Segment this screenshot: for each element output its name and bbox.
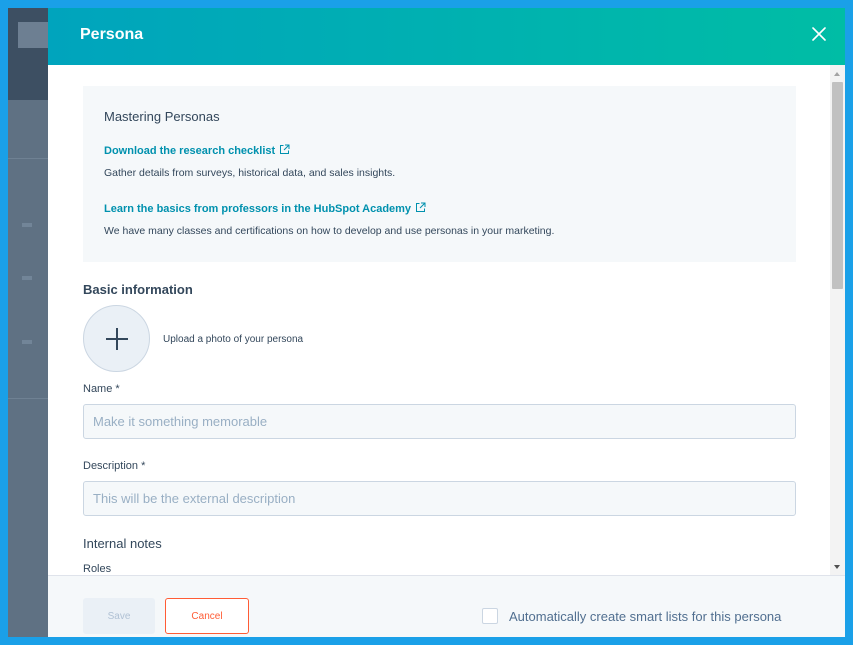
modal-header: Persona	[48, 8, 845, 65]
modal-footer: Save Cancel Automatically create smart l…	[48, 575, 845, 637]
research-checklist-link[interactable]: Download the research checklist	[104, 144, 290, 158]
hubspot-academy-link[interactable]: Learn the basics from professors in the …	[104, 202, 426, 216]
name-label: Name *	[83, 383, 120, 395]
internal-notes-heading: Internal notes	[83, 536, 162, 551]
background-app-overlay	[8, 8, 48, 637]
link-label: Download the research checklist	[104, 145, 276, 157]
modal-title: Persona	[80, 26, 144, 43]
background-item	[22, 340, 32, 344]
description-input[interactable]	[83, 481, 796, 516]
scroll-down-arrow-icon[interactable]	[834, 565, 840, 569]
external-link-icon	[279, 144, 290, 158]
roles-label: Roles	[83, 563, 112, 575]
info-box-title: Mastering Personas	[104, 109, 220, 124]
cancel-button[interactable]: Cancel	[165, 598, 249, 634]
auto-smart-lists-checkbox[interactable]	[482, 608, 498, 624]
vertical-scrollbar[interactable]	[830, 65, 845, 575]
basic-information-heading: Basic information	[83, 282, 193, 297]
scrollbar-thumb[interactable]	[832, 82, 843, 289]
persona-modal: Persona Mastering Personas Download the …	[48, 8, 845, 637]
upload-photo-label[interactable]: Upload a photo of your persona	[163, 334, 303, 345]
description-label: Description *	[83, 460, 146, 472]
scroll-up-arrow-icon[interactable]	[834, 72, 840, 76]
close-icon	[812, 27, 826, 41]
mastering-personas-box: Mastering Personas Download the research…	[83, 86, 796, 262]
link-label: Learn the basics from professors in the …	[104, 203, 412, 215]
auto-smart-lists-label[interactable]: Automatically create smart lists for thi…	[509, 609, 781, 624]
background-divider	[8, 398, 48, 399]
background-item	[22, 223, 32, 227]
modal-body[interactable]: Mastering Personas Download the research…	[48, 65, 845, 575]
background-divider	[8, 158, 48, 159]
save-button[interactable]: Save	[83, 598, 155, 634]
upload-photo-button[interactable]	[83, 305, 150, 372]
research-checklist-description: Gather details from surveys, historical …	[104, 167, 396, 179]
background-logo	[18, 22, 48, 48]
name-input[interactable]	[83, 404, 796, 439]
close-button[interactable]	[807, 22, 831, 46]
external-link-icon	[415, 202, 426, 216]
background-item	[22, 276, 32, 280]
hubspot-academy-description: We have many classes and certifications …	[104, 225, 555, 237]
